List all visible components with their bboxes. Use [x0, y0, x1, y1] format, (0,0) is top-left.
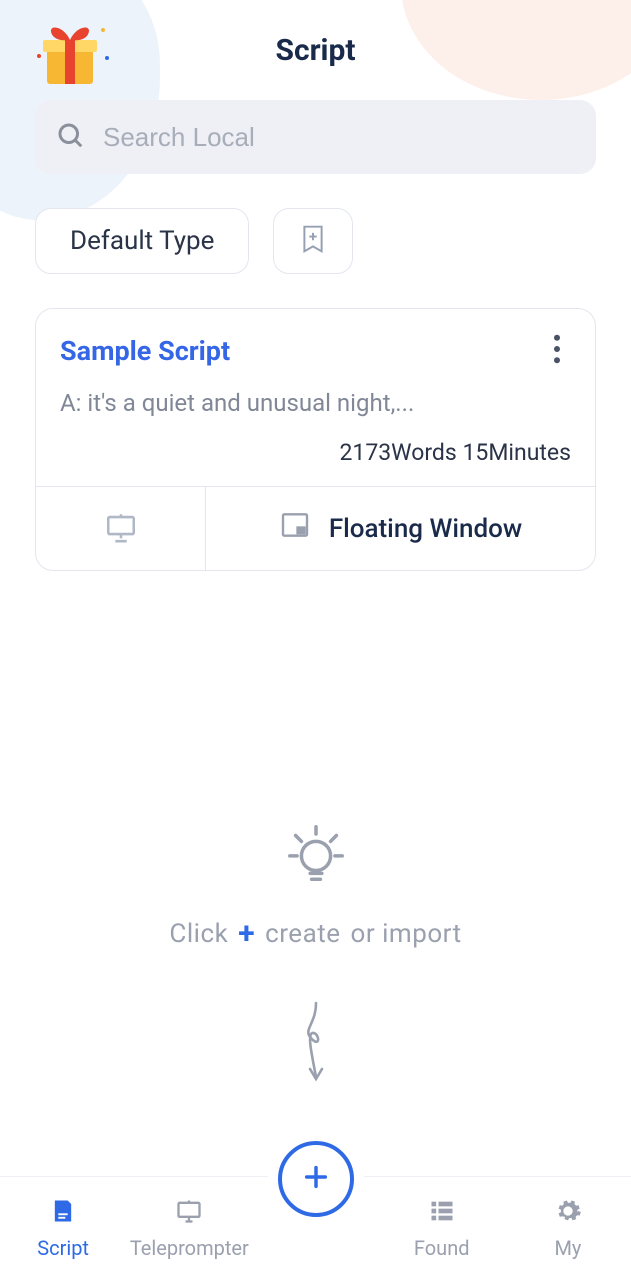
- tab-my-label: My: [554, 1236, 581, 1260]
- search-input[interactable]: [103, 122, 576, 153]
- script-preview: A: it's a quiet and unusual night,...: [60, 389, 571, 417]
- found-icon: [428, 1197, 456, 1230]
- script-title: Sample Script: [60, 335, 571, 367]
- add-bookmark-button[interactable]: [273, 208, 353, 274]
- filter-row: Default Type: [35, 208, 596, 274]
- script-icon: [49, 1197, 77, 1230]
- tab-teleprompter-label: Teleprompter: [130, 1236, 249, 1260]
- default-type-label: Default Type: [70, 226, 214, 256]
- tab-bar: Script Teleprompter: [0, 1176, 631, 1280]
- kebab-icon: [553, 334, 561, 368]
- floating-window-button[interactable]: Floating Window: [206, 487, 595, 570]
- search-bar[interactable]: [35, 100, 596, 174]
- gift-icon[interactable]: [25, 10, 115, 90]
- script-card-actions: Floating Window: [36, 486, 595, 570]
- presentation-icon: [104, 510, 138, 548]
- hint-create: create: [265, 919, 340, 949]
- presentation-button[interactable]: [36, 487, 206, 570]
- script-card: Sample Script A: it's a quiet and unusua…: [35, 308, 596, 571]
- tab-add-container: [252, 1177, 378, 1280]
- tab-found-label: Found: [414, 1236, 470, 1260]
- gear-icon: [554, 1197, 582, 1230]
- tab-found[interactable]: Found: [379, 1197, 505, 1260]
- tab-script[interactable]: Script: [0, 1197, 126, 1260]
- tab-my[interactable]: My: [505, 1197, 631, 1260]
- hint-prefix: Click: [169, 919, 228, 949]
- script-minutes: 15Minutes: [463, 439, 572, 466]
- script-card-body[interactable]: Sample Script A: it's a quiet and unusua…: [36, 309, 595, 486]
- tab-script-label: Script: [37, 1236, 89, 1260]
- more-options-button[interactable]: [537, 331, 577, 371]
- page-title: Script: [275, 33, 355, 68]
- hint-suffix: or import: [351, 919, 462, 949]
- default-type-chip[interactable]: Default Type: [35, 208, 249, 274]
- bookmark-add-icon: [298, 223, 328, 259]
- script-meta: 2173Words 15Minutes: [60, 439, 571, 466]
- floating-window-label: Floating Window: [329, 514, 522, 544]
- hint-plus-icon: +: [238, 916, 255, 951]
- empty-hint: Click + create or import: [0, 818, 631, 1093]
- plus-icon: [300, 1161, 332, 1197]
- search-icon: [55, 120, 85, 154]
- script-words: 2173Words: [339, 439, 456, 466]
- teleprompter-icon: [175, 1197, 203, 1230]
- floating-window-icon: [279, 509, 311, 548]
- curly-arrow-down-icon: [298, 999, 334, 1093]
- tab-teleprompter[interactable]: Teleprompter: [126, 1197, 252, 1260]
- add-button[interactable]: [278, 1141, 354, 1217]
- lightbulb-icon: [281, 818, 351, 892]
- search-container: [35, 100, 596, 174]
- hint-text: Click + create or import: [169, 916, 461, 951]
